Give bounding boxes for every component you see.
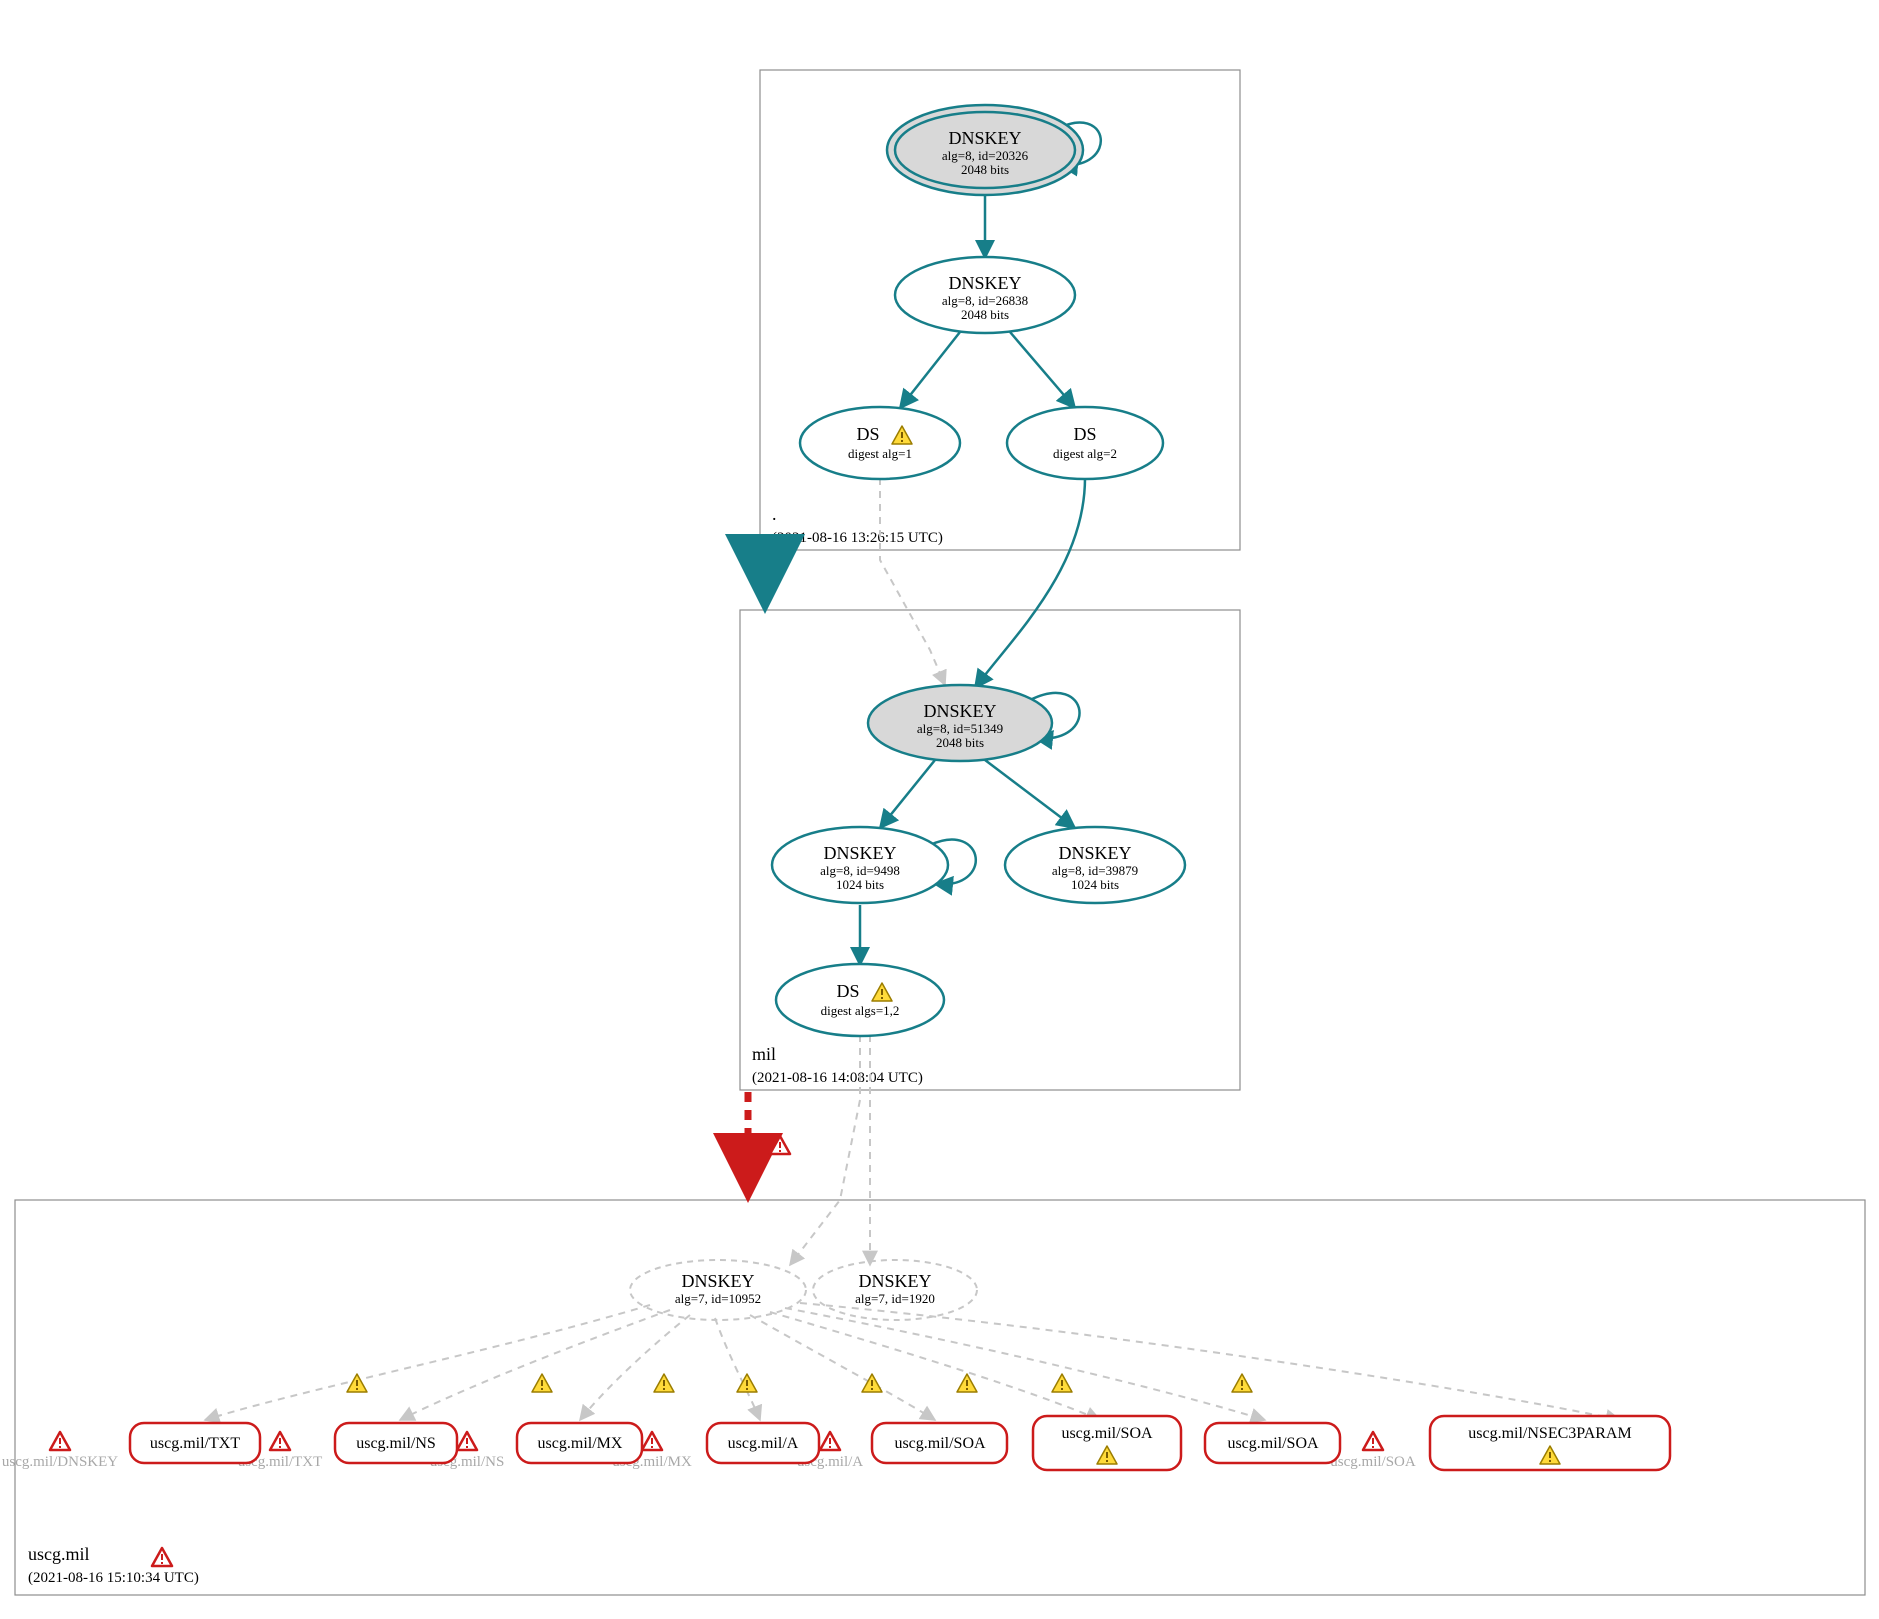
error-icon <box>770 1136 790 1154</box>
rr-text: uscg.mil/SOA <box>894 1435 986 1452</box>
rr-box-soa3: uscg.mil/SOA <box>1205 1423 1340 1463</box>
node-sub: alg=8, id=51349 <box>917 721 1003 736</box>
warning-icon <box>1232 1374 1252 1392</box>
node-sub: alg=8, id=9498 <box>820 863 900 878</box>
zone-timestamp-root: (2021-08-16 13:26:15 UTC) <box>772 530 943 546</box>
rr-text: uscg.mil/SOA <box>1061 1425 1153 1442</box>
rr-box-soa1: uscg.mil/SOA <box>872 1423 1007 1463</box>
edge-dashed <box>800 1303 1620 1420</box>
node-title: DNSKEY <box>858 1271 931 1291</box>
node-sub: alg=7, id=1920 <box>855 1291 935 1306</box>
node-sub: 2048 bits <box>936 735 984 750</box>
node-dnskey-root-zsk: DNSKEY alg=8, id=26838 2048 bits <box>895 257 1075 333</box>
rr-box-txt: uscg.mil/TXT <box>130 1423 260 1463</box>
edge <box>975 478 1085 688</box>
node-sub: digest algs=1,2 <box>821 1003 900 1018</box>
node-sub: alg=7, id=10952 <box>675 1291 761 1306</box>
rr-text: uscg.mil/MX <box>538 1435 623 1452</box>
rr-box-mx: uscg.mil/MX <box>517 1423 642 1463</box>
warning-icon <box>1052 1374 1072 1392</box>
error-icon <box>1363 1432 1383 1450</box>
node-sub: alg=8, id=39879 <box>1052 863 1138 878</box>
rr-label: uscg.mil/DNSKEY <box>2 1454 118 1470</box>
node-dnskey-mil-zsk1: DNSKEY alg=8, id=9498 1024 bits <box>772 827 948 903</box>
zone-timestamp-uscg: (2021-08-16 15:10:34 UTC) <box>28 1570 199 1586</box>
edge-dashed <box>750 1315 935 1420</box>
rr-box-nsec3param: uscg.mil/NSEC3PARAM <box>1430 1416 1670 1470</box>
edge-dashed <box>770 1312 1100 1420</box>
edge <box>900 332 960 408</box>
error-icon <box>152 1548 172 1566</box>
zone-label-uscg: uscg.mil <box>28 1544 90 1564</box>
warning-icon <box>957 1374 977 1392</box>
error-icon <box>457 1432 477 1450</box>
warning-icon <box>737 1374 757 1392</box>
node-title: DNSKEY <box>948 273 1021 293</box>
zone-timestamp-mil: (2021-08-16 14:08:04 UTC) <box>752 1070 923 1086</box>
node-title: DNSKEY <box>823 843 896 863</box>
node-title: DNSKEY <box>681 1271 754 1291</box>
node-sub: 2048 bits <box>961 162 1009 177</box>
edge <box>1010 332 1075 408</box>
rr-text: uscg.mil/NS <box>356 1435 436 1452</box>
warning-icon <box>532 1374 552 1392</box>
warning-icon <box>862 1374 882 1392</box>
node-dnskey-mil-ksk: DNSKEY alg=8, id=51349 2048 bits <box>868 685 1052 761</box>
node-sub: digest alg=1 <box>848 446 912 461</box>
node-title: DS <box>836 981 859 1001</box>
error-icon <box>50 1432 70 1450</box>
node-sub: 1024 bits <box>1071 877 1119 892</box>
rr-text: uscg.mil/TXT <box>150 1435 240 1452</box>
edge-dashed <box>580 1315 690 1420</box>
error-icon <box>270 1432 290 1450</box>
node-sub: digest alg=2 <box>1053 446 1117 461</box>
error-icon <box>820 1432 840 1450</box>
rr-text: uscg.mil/NSEC3PARAM <box>1468 1425 1631 1442</box>
rr-text: uscg.mil/A <box>728 1435 799 1452</box>
rr-label: uscg.mil/SOA <box>1330 1454 1416 1470</box>
rr-box-a: uscg.mil/A <box>707 1423 819 1463</box>
node-title: DNSKEY <box>948 128 1021 148</box>
node-title: DS <box>856 424 879 444</box>
rr-box-soa2: uscg.mil/SOA <box>1033 1416 1181 1470</box>
edge <box>880 760 935 828</box>
rr-text: uscg.mil/SOA <box>1227 1435 1319 1452</box>
edge-dashed <box>880 478 945 685</box>
warning-icon <box>347 1374 367 1392</box>
edge-dashed <box>400 1310 670 1420</box>
zone-box-uscg <box>15 1200 1865 1595</box>
node-ds-mil: DS digest algs=1,2 <box>776 964 944 1036</box>
warning-icon <box>654 1374 674 1392</box>
node-sub: alg=8, id=20326 <box>942 148 1029 163</box>
edge-dashed <box>715 1318 760 1420</box>
edge-dashed <box>785 1308 1265 1420</box>
node-title: DNSKEY <box>923 701 996 721</box>
node-ds-root-2: DS digest alg=2 <box>1007 407 1163 479</box>
node-sub: 1024 bits <box>836 877 884 892</box>
zone-label-mil: mil <box>752 1044 776 1064</box>
rr-box-ns: uscg.mil/NS <box>335 1423 457 1463</box>
node-sub: alg=8, id=26838 <box>942 293 1028 308</box>
node-dnskey-uscg-2: DNSKEY alg=7, id=1920 <box>813 1260 977 1320</box>
node-dnskey-root-ksk: DNSKEY alg=8, id=20326 2048 bits <box>887 105 1083 195</box>
node-dnskey-mil-zsk2: DNSKEY alg=8, id=39879 1024 bits <box>1005 827 1185 903</box>
zone-label-root: . <box>772 504 777 524</box>
node-title: DNSKEY <box>1058 843 1131 863</box>
edge-dashed <box>205 1305 650 1420</box>
error-icon <box>642 1432 662 1450</box>
node-ds-root-1: DS digest alg=1 <box>800 407 960 479</box>
node-dnskey-uscg-1: DNSKEY alg=7, id=10952 <box>630 1260 806 1320</box>
node-title: DS <box>1073 424 1096 444</box>
edge <box>985 760 1075 828</box>
node-sub: 2048 bits <box>961 307 1009 322</box>
